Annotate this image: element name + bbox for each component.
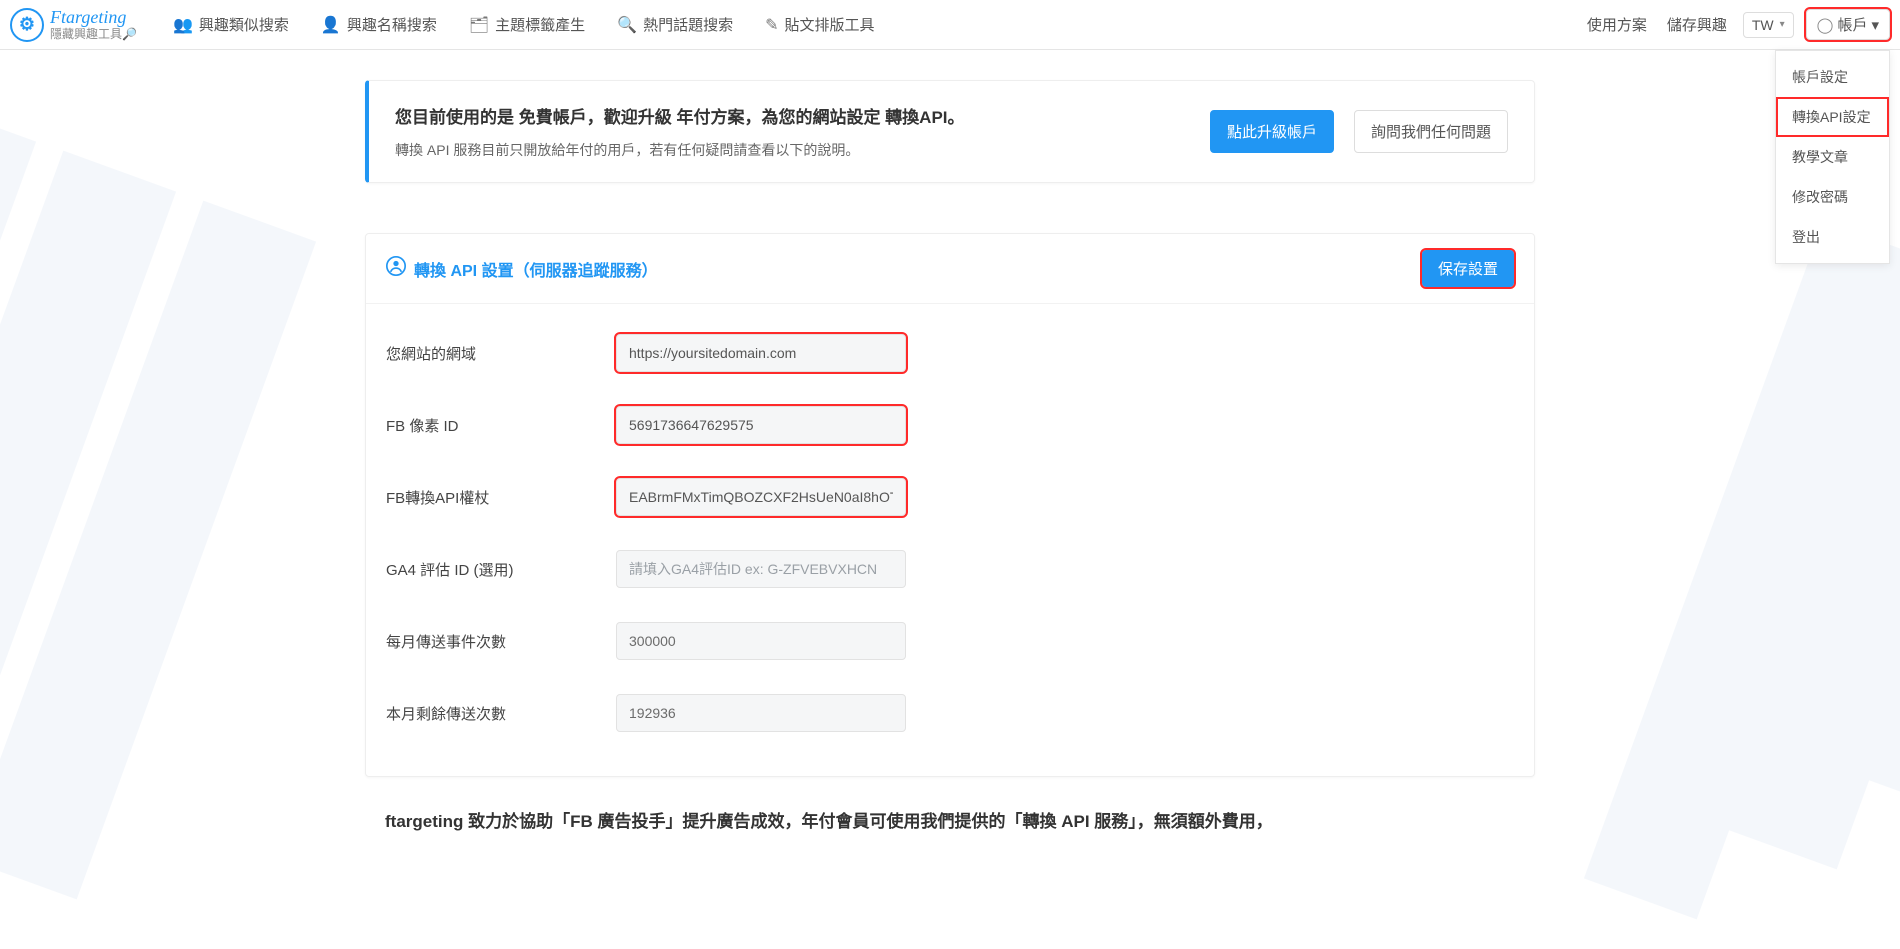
save-settings-button[interactable]: 保存設置 [1422, 250, 1514, 287]
brand-logo[interactable]: ⚙ Ftargeting 隱藏興趣工具🔎 [10, 8, 137, 42]
dropdown-logout[interactable]: 登出 [1776, 217, 1889, 257]
input-domain[interactable] [616, 334, 906, 372]
lang-value: TW [1752, 17, 1774, 33]
tag-icon: 🗂 [469, 15, 489, 35]
footer-description: ftargeting 致力於協助「FB 廣告投手」提升廣告成效，年付會員可使用我… [365, 807, 1535, 852]
label-remaining: 本月剩餘傳送次數 [386, 703, 616, 724]
dropdown-conversion-api[interactable]: 轉換API設定 [1776, 97, 1889, 137]
chevron-down-icon: ▾ [1780, 19, 1785, 30]
panel-title-text: 轉換 API 設置（伺服器追蹤服務） [414, 257, 658, 281]
input-api-token[interactable] [616, 478, 906, 516]
nav-plan[interactable]: 使用方案 [1577, 0, 1657, 50]
dropdown-tutorials[interactable]: 教學文章 [1776, 137, 1889, 177]
settings-form: 您網站的網域 FB 像素 ID FB轉換API權杖 GA4 評估 ID (選用)… [366, 304, 1534, 776]
caret-down-icon: ▾ [1871, 16, 1879, 34]
search-icon: 🔍 [617, 15, 637, 35]
panel-header: 轉換 API 設置（伺服器追蹤服務） 保存設置 [366, 234, 1534, 304]
notice-sub-text: 轉換 API 服務目前只開放給年付的用戶，若有任何疑問請查看以下的說明。 [395, 140, 1190, 160]
label-domain: 您網站的網域 [386, 343, 616, 364]
ask-us-button[interactable]: 詢問我們任何問題 [1354, 110, 1508, 153]
nav-save-label: 儲存興趣 [1667, 14, 1727, 35]
conversion-api-panel: 轉換 API 設置（伺服器追蹤服務） 保存設置 您網站的網域 FB 像素 ID … [365, 233, 1535, 777]
nav-save-interest[interactable]: 儲存興趣 [1657, 0, 1737, 50]
lang-select[interactable]: TW ▾ [1743, 12, 1794, 38]
nav-trending-search[interactable]: 🔍 熱門話題搜索 [601, 0, 749, 50]
dropdown-account-settings[interactable]: 帳戶設定 [1776, 57, 1889, 97]
nav-tag-generate[interactable]: 🗂 主題標籤產生 [453, 0, 601, 50]
input-remaining [616, 694, 906, 732]
nav-name-search[interactable]: 👤 興趣名稱搜索 [305, 0, 453, 50]
nav-label: 興趣名稱搜索 [347, 14, 437, 35]
user-icon: ◯ [1817, 16, 1834, 34]
nav-label: 主題標籤產生 [495, 14, 585, 35]
brand-title: Ftargeting [50, 8, 137, 28]
nav-label: 熱門話題搜索 [643, 14, 733, 35]
input-monthly-events [616, 622, 906, 660]
upgrade-notice: 您目前使用的是 免費帳戶，歡迎升級 年付方案，為您的網站設定 轉換API。 轉換… [365, 80, 1535, 183]
logo-icon: ⚙ [10, 8, 44, 42]
nav-label: 貼文排版工具 [785, 14, 875, 35]
top-nav: ⚙ Ftargeting 隱藏興趣工具🔎 👥 興趣類似搜索 👤 興趣名稱搜索 🗂… [0, 0, 1900, 50]
nav-post-tool[interactable]: ✎ 貼文排版工具 [749, 0, 890, 50]
people-icon: 👥 [173, 15, 193, 35]
upgrade-button[interactable]: 點此升級帳戶 [1210, 110, 1334, 153]
edit-icon: ✎ [765, 15, 778, 35]
label-pixel-id: FB 像素 ID [386, 415, 616, 436]
input-ga4[interactable] [616, 550, 906, 588]
input-pixel-id[interactable] [616, 406, 906, 444]
nav-label: 興趣類似搜索 [199, 14, 289, 35]
account-dropdown: 帳戶設定 轉換API設定 教學文章 修改密碼 登出 [1775, 50, 1890, 264]
nav-similar-search[interactable]: 👥 興趣類似搜索 [157, 0, 305, 50]
notice-main-text: 您目前使用的是 免費帳戶，歡迎升級 年付方案，為您的網站設定 轉換API。 [395, 103, 1190, 128]
label-ga4: GA4 評估 ID (選用) [386, 559, 616, 580]
person-add-icon: 👤 [321, 15, 341, 35]
account-menu-trigger[interactable]: ◯ 帳戶 ▾ [1806, 9, 1890, 40]
dropdown-change-password[interactable]: 修改密碼 [1776, 177, 1889, 217]
label-monthly-events: 每月傳送事件次數 [386, 631, 616, 652]
account-label: 帳戶 [1837, 14, 1867, 35]
user-circle-icon [386, 256, 406, 281]
brand-subtitle: 隱藏興趣工具🔎 [50, 28, 137, 41]
label-api-token: FB轉換API權杖 [386, 487, 616, 508]
nav-plan-label: 使用方案 [1587, 14, 1647, 35]
